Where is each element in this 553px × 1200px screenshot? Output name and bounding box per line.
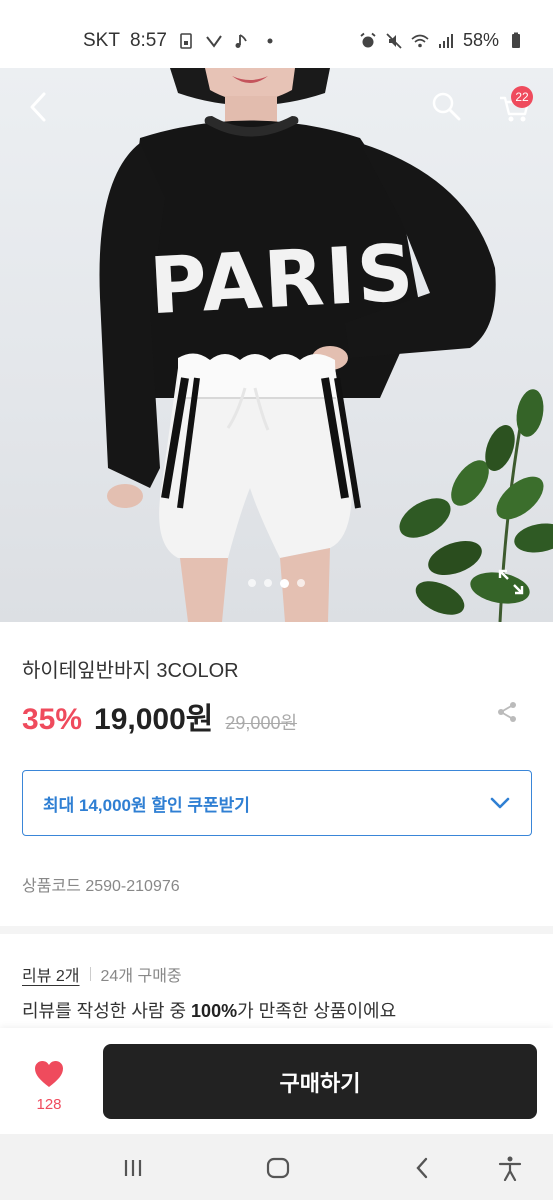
buyer-count: 24개 구매중 xyxy=(100,968,182,985)
separator xyxy=(89,967,91,981)
like-count: 128 xyxy=(36,1096,62,1113)
back-icon[interactable] xyxy=(22,90,56,124)
carousel-dot-active[interactable] xyxy=(280,579,289,588)
status-bar: SKT 8:57 58% xyxy=(0,0,553,68)
product-photo: PARIS xyxy=(99,68,553,622)
search-icon[interactable] xyxy=(430,90,462,122)
satisfaction-suffix: 가 만족한 상품이에요 xyxy=(237,1001,397,1021)
status-left: SKT 8:57 xyxy=(83,30,279,52)
mute-icon xyxy=(386,32,402,49)
alarm-icon xyxy=(360,32,376,47)
expand-icon[interactable] xyxy=(497,568,525,596)
back-nav-icon[interactable] xyxy=(410,1155,436,1181)
satisfaction-prefix: 리뷰를 작성한 사람 중 xyxy=(22,1001,192,1021)
review-summary: 리뷰 2개 24개 구매중 xyxy=(22,962,182,986)
home-icon[interactable] xyxy=(265,1155,291,1181)
carousel-dot[interactable] xyxy=(248,579,256,587)
cart-count-badge: 22 xyxy=(511,86,533,108)
discount-rate: 35% xyxy=(22,703,83,736)
accessibility-icon[interactable] xyxy=(497,1155,523,1181)
product-image-carousel[interactable]: PARIS 22 xyxy=(0,68,553,622)
dot-icon xyxy=(267,38,273,44)
sale-price: 19,000원 xyxy=(94,703,214,736)
review-count-link[interactable]: 리뷰 2개 xyxy=(22,962,80,986)
satisfaction-text: 리뷰를 작성한 사람 중 100%가 만족한 상품이에요 xyxy=(22,997,396,1023)
product-code: 상품코드 2590-210976 xyxy=(22,878,180,895)
coupon-label: 최대 14,000원 할인 쿠폰받기 xyxy=(43,795,250,815)
status-right: 58% xyxy=(359,30,525,51)
satisfaction-percent: 100% xyxy=(191,1001,238,1021)
android-nav-bar xyxy=(0,1134,553,1200)
signal-icon xyxy=(438,33,453,48)
chevron-down-icon xyxy=(490,797,510,809)
wifi-icon xyxy=(411,34,429,47)
like-button[interactable]: 128 xyxy=(22,1058,76,1118)
coupon-download-button[interactable]: 최대 14,000원 할인 쿠폰받기 xyxy=(22,770,532,836)
original-price: 29,000원 xyxy=(225,713,298,733)
carousel-dots xyxy=(0,579,553,588)
purchase-bar: 128 구매하기 xyxy=(0,1028,553,1134)
product-title: 하이테잎반바지 3COLOR xyxy=(22,660,239,682)
carousel-dot[interactable] xyxy=(264,579,272,587)
buy-button[interactable]: 구매하기 xyxy=(103,1044,537,1119)
battery-icon xyxy=(512,32,520,48)
battery-level: 58% xyxy=(462,30,499,50)
sim-icon xyxy=(180,33,192,49)
music-icon xyxy=(235,34,247,48)
section-divider xyxy=(0,926,553,934)
price-row: 35% 19,000원 29,000원 xyxy=(22,694,297,738)
share-icon[interactable] xyxy=(495,700,519,724)
clock: 8:57 xyxy=(129,30,167,51)
carousel-dot[interactable] xyxy=(297,579,305,587)
carrier: SKT xyxy=(83,30,120,51)
heart-icon xyxy=(35,1061,63,1087)
recent-apps-icon[interactable] xyxy=(120,1155,146,1181)
check-icon xyxy=(206,35,222,48)
shirt-print-text: PARIS xyxy=(147,228,417,332)
